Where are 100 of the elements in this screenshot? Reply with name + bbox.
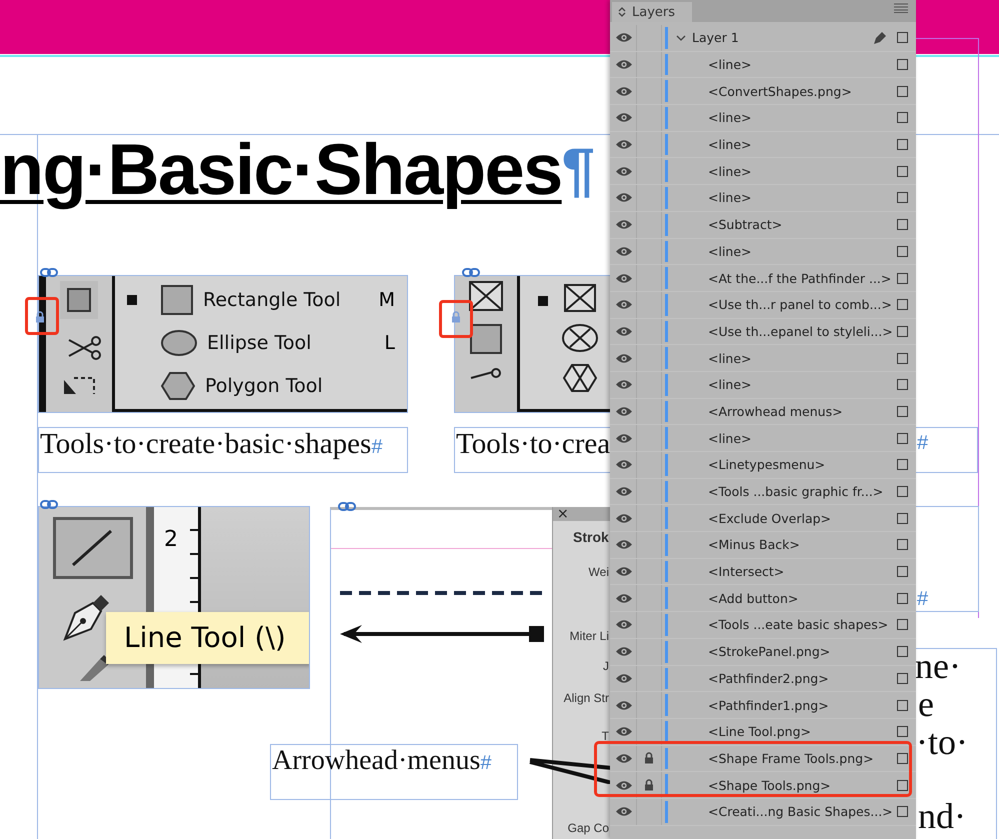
eye-icon[interactable] [615, 432, 633, 444]
select-square[interactable] [897, 86, 908, 97]
select-square[interactable] [897, 166, 908, 177]
select-square[interactable] [897, 112, 908, 124]
select-square[interactable] [897, 619, 908, 630]
select-square[interactable] [897, 379, 908, 390]
select-square[interactable] [897, 672, 908, 684]
select-square[interactable] [897, 406, 908, 417]
link-icon [40, 268, 58, 277]
eye-icon[interactable] [615, 566, 633, 578]
layer-row[interactable]: Layer 1 [610, 25, 916, 52]
select-square[interactable] [897, 32, 908, 44]
eye-icon[interactable] [615, 806, 633, 818]
eye-icon[interactable] [615, 326, 633, 337]
layer-row[interactable]: <ConvertShapes.png> [610, 78, 916, 106]
select-square[interactable] [897, 726, 908, 738]
layer-row[interactable]: <Minus Back> [610, 532, 916, 559]
select-square[interactable] [897, 700, 908, 711]
select-square[interactable] [897, 566, 908, 578]
layer-row[interactable]: <line> [610, 238, 916, 266]
eye-icon[interactable] [615, 299, 633, 310]
select-square[interactable] [897, 432, 908, 444]
select-square[interactable] [897, 646, 908, 658]
layer-row[interactable]: <line> [610, 52, 916, 78]
eye-icon[interactable] [615, 672, 633, 684]
eye-icon[interactable] [615, 780, 633, 791]
lock-icon[interactable] [644, 779, 654, 792]
layer-row[interactable]: <line> [610, 345, 916, 372]
select-square[interactable] [897, 272, 908, 284]
eye-icon[interactable] [615, 112, 633, 124]
eye-icon[interactable] [615, 700, 633, 711]
layer-row[interactable]: <Shape Tools.png> [610, 772, 916, 799]
eye-icon[interactable] [615, 726, 633, 738]
select-square[interactable] [897, 219, 908, 230]
layer-row[interactable]: <Creati...ng Basic Shapes...> [610, 798, 916, 826]
layer-row[interactable]: <Shape Frame Tools.png> [610, 746, 916, 772]
select-square[interactable] [897, 780, 908, 791]
menu-icon[interactable] [894, 3, 908, 13]
eye-icon[interactable] [615, 59, 633, 70]
eye-icon[interactable] [615, 539, 633, 550]
select-square[interactable] [897, 512, 908, 524]
select-square[interactable] [897, 246, 908, 257]
layer-row[interactable]: <Subtract> [610, 212, 916, 238]
layer-row[interactable]: <Exclude Overlap> [610, 505, 916, 532]
chevron-icon[interactable] [676, 32, 686, 43]
eye-icon[interactable] [615, 406, 633, 417]
select-square[interactable] [897, 486, 908, 498]
image-caption: Tools·to·create·basic·shapes# [38, 427, 408, 473]
layer-row[interactable]: <line> [610, 105, 916, 132]
eye-icon[interactable] [615, 139, 633, 150]
layer-row[interactable]: <line> [610, 372, 916, 399]
eye-icon[interactable] [615, 486, 633, 498]
layer-row[interactable]: <Arrowhead menus> [610, 398, 916, 426]
eye-icon[interactable] [615, 592, 633, 604]
select-square[interactable] [897, 326, 908, 337]
select-square[interactable] [897, 192, 908, 204]
layer-row[interactable]: <Line Tool.png> [610, 718, 916, 746]
select-square[interactable] [897, 752, 908, 764]
layer-row[interactable]: <line> [610, 132, 916, 158]
eye-icon[interactable] [615, 379, 633, 390]
layer-row[interactable]: <Intersect> [610, 558, 916, 586]
layer-row[interactable]: <Tools ...basic graphic fr...> [610, 478, 916, 506]
select-square[interactable] [897, 459, 908, 470]
panel-title[interactable]: Strok [573, 529, 609, 545]
eye-icon[interactable] [615, 219, 633, 230]
eye-icon[interactable] [615, 166, 633, 177]
link-icon [338, 502, 356, 511]
layer-row[interactable]: <line> [610, 158, 916, 186]
eye-icon[interactable] [615, 272, 633, 284]
layer-row[interactable]: <Add button> [610, 585, 916, 612]
eye-icon[interactable] [615, 352, 633, 364]
eye-icon[interactable] [615, 619, 633, 630]
select-square[interactable] [897, 139, 908, 150]
select-square[interactable] [897, 59, 908, 70]
eye-icon[interactable] [615, 646, 633, 658]
layer-row[interactable]: <Tools ...eate basic shapes> [610, 612, 916, 639]
layer-row[interactable]: <Linetypesmenu> [610, 452, 916, 479]
eye-icon[interactable] [615, 459, 633, 470]
eye-icon[interactable] [615, 512, 633, 524]
eye-icon[interactable] [615, 86, 633, 97]
eye-icon[interactable] [615, 246, 633, 257]
lock-icon[interactable] [644, 752, 654, 764]
layer-row[interactable]: <Use th...epanel to styleli...> [610, 318, 916, 346]
select-square[interactable] [897, 592, 908, 604]
layer-row[interactable]: <Pathfinder1.png> [610, 692, 916, 719]
layer-row[interactable]: <line> [610, 185, 916, 212]
eye-icon[interactable] [615, 32, 633, 44]
body-text: nd· [918, 796, 966, 836]
eye-icon[interactable] [615, 752, 633, 764]
select-square[interactable] [897, 806, 908, 818]
select-square[interactable] [897, 299, 908, 310]
panel-tab[interactable]: Layers [612, 2, 692, 22]
select-square[interactable] [897, 539, 908, 550]
layer-row[interactable]: <Use th...r panel to comb...> [610, 292, 916, 319]
layer-row[interactable]: <At the...f the Pathfinder ...> [610, 265, 916, 292]
eye-icon[interactable] [615, 192, 633, 204]
layer-row[interactable]: <StrokePanel.png> [610, 638, 916, 666]
layer-row[interactable]: <line> [610, 425, 916, 452]
layer-row[interactable]: <Pathfinder2.png> [610, 666, 916, 692]
select-square[interactable] [897, 352, 908, 364]
